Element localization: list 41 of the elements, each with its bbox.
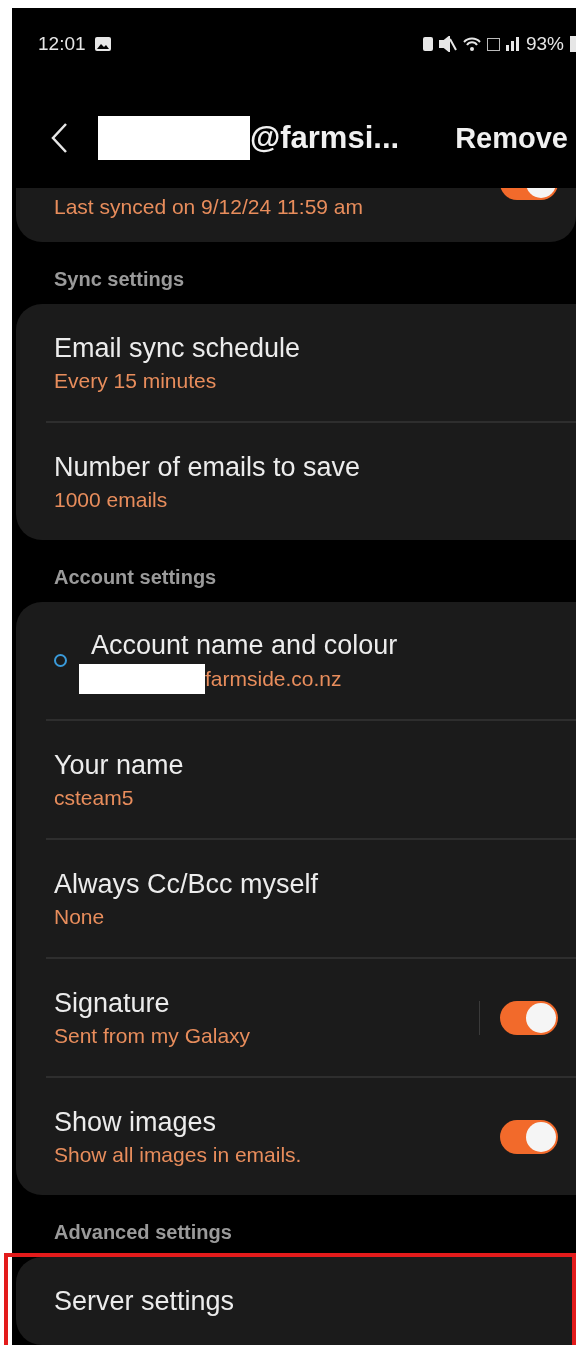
settings-item[interactable]: Email sync schedule Every 15 minutes bbox=[16, 304, 576, 421]
item-subtitle: Sent from my Galaxy bbox=[54, 1022, 252, 1049]
data-saver-icon bbox=[422, 37, 433, 52]
settings-item[interactable]: Signature Sent from my Galaxy bbox=[16, 959, 576, 1076]
item-subtitle: 1000 emails bbox=[54, 486, 169, 513]
settings-item[interactable]: Always Cc/Bcc myself None bbox=[16, 840, 576, 957]
settings-item[interactable]: Your name csteam5 bbox=[16, 721, 576, 838]
item-title: Number of emails to save bbox=[54, 450, 362, 484]
status-time: 12:01 bbox=[38, 32, 86, 56]
settings-item[interactable]: Number of emails to save 1000 emails bbox=[16, 423, 576, 540]
settings-item[interactable]: Account name and colour farmside.co.nz bbox=[16, 602, 576, 719]
item-subtitle: Last synced on 9/12/24 11:59 am bbox=[54, 194, 363, 221]
mute-icon bbox=[438, 36, 457, 53]
section-heading: Sync settings bbox=[54, 267, 185, 292]
toggle-switch[interactable] bbox=[500, 1000, 558, 1035]
item-subtitle: csteam5 bbox=[54, 784, 135, 811]
item-title: Account name and colour bbox=[91, 628, 399, 662]
item-title: Server settings bbox=[54, 1285, 236, 1318]
volte-icon bbox=[486, 37, 500, 51]
item-title: Always Cc/Bcc myself bbox=[54, 867, 320, 901]
wifi-icon bbox=[462, 37, 481, 52]
section-heading: Account settings bbox=[54, 565, 217, 590]
item-subtitle: Show all images in emails. bbox=[54, 1141, 303, 1168]
item-subtitle: farmside.co.nz bbox=[205, 665, 342, 692]
settings-item[interactable]: Server settings bbox=[16, 1257, 576, 1345]
item-title: Show images bbox=[54, 1105, 218, 1139]
item-title: Your name bbox=[54, 748, 185, 782]
back-icon[interactable] bbox=[50, 122, 68, 155]
item-subtitle: Every 15 minutes bbox=[54, 367, 218, 394]
battery-level: 93% bbox=[525, 32, 564, 56]
toggle-switch[interactable] bbox=[500, 1119, 558, 1154]
item-title: Email sync schedule bbox=[54, 331, 302, 365]
battery-icon bbox=[570, 36, 576, 53]
remove-button[interactable]: Remove bbox=[455, 116, 576, 161]
item-subtitle: None bbox=[54, 903, 106, 930]
item-title: Signature bbox=[54, 986, 171, 1020]
account-title: @farmsi... bbox=[250, 119, 400, 158]
section-heading: Advanced settings bbox=[54, 1220, 232, 1245]
image-icon bbox=[93, 36, 112, 53]
settings-item[interactable]: Show images Show all images in emails. bbox=[16, 1078, 576, 1195]
signal-icon bbox=[505, 37, 520, 52]
